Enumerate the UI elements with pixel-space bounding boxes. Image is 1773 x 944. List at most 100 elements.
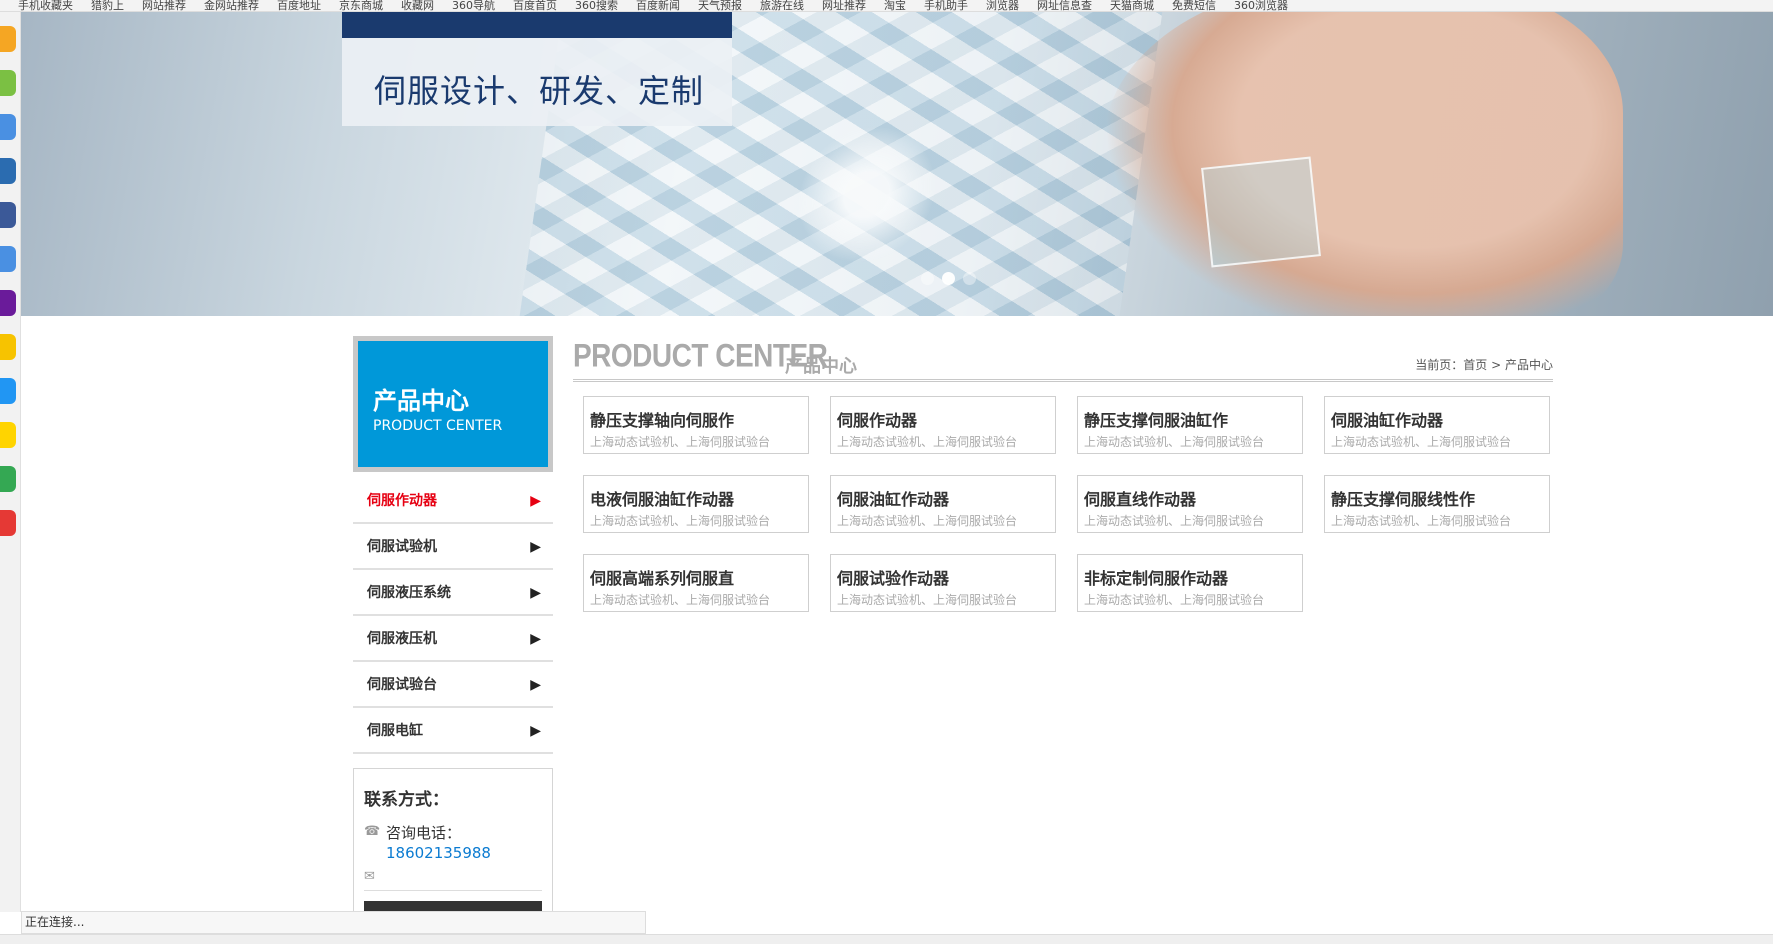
product-card[interactable]: 伺服油缸作动器上海动态试验机、上海伺服试验台	[830, 475, 1056, 533]
glass-cube-image	[1201, 156, 1321, 268]
product-description: 上海动态试验机、上海伺服试验台	[837, 435, 1018, 449]
app-shortcut-icon[interactable]	[0, 114, 16, 140]
bookmark-item[interactable]: 360导航	[452, 0, 495, 11]
product-name[interactable]: 伺服作动器	[837, 407, 1051, 431]
bookmark-item[interactable]: 网址推荐	[822, 0, 866, 11]
bookmark-item[interactable]: 网址信息查	[1037, 0, 1092, 11]
app-shortcut-icon[interactable]	[0, 26, 16, 52]
bookmark-item[interactable]: 旅游在线	[760, 0, 804, 11]
sidebar-item[interactable]: 伺服试验机 ▶	[353, 524, 553, 570]
product-description: 上海动态试验机、上海伺服试验台	[1084, 514, 1265, 528]
contact-title: 联系方式：	[364, 790, 449, 810]
product-description: 上海动态试验机、上海伺服试验台	[590, 593, 771, 607]
product-card[interactable]: 静压支撑伺服线性作上海动态试验机、上海伺服试验台	[1324, 475, 1550, 533]
product-name[interactable]: 伺服油缸作动器	[1331, 407, 1545, 431]
bookmark-item[interactable]: 手机收藏夹	[18, 0, 73, 11]
divider	[364, 890, 542, 891]
browser-sidebar	[0, 12, 21, 912]
product-name[interactable]: 伺服高端系列伺服直	[590, 565, 804, 589]
product-name[interactable]: 静压支撑轴向伺服作	[590, 407, 804, 431]
bookmark-item[interactable]: 金网站推荐	[204, 0, 259, 11]
bookmark-item[interactable]: 猎豹上	[91, 0, 124, 11]
app-shortcut-icon[interactable]	[0, 202, 16, 228]
arrow-right-icon: ▶	[530, 493, 541, 509]
product-name[interactable]: 伺服试验作动器	[837, 565, 1051, 589]
sidebar-title: 产品中心	[373, 387, 469, 415]
slider-dot[interactable]	[963, 272, 976, 285]
product-card[interactable]: 伺服作动器上海动态试验机、上海伺服试验台	[830, 396, 1056, 454]
product-name[interactable]: 伺服直线作动器	[1084, 486, 1298, 510]
arrow-right-icon: ▶	[530, 677, 541, 693]
product-card[interactable]: 伺服直线作动器上海动态试验机、上海伺服试验台	[1077, 475, 1303, 533]
product-description: 上海动态试验机、上海伺服试验台	[590, 514, 771, 528]
content-title-bar: PRODUCT CENTER 产品中心 当前页：首页 > 产品中心	[573, 338, 1553, 382]
sidebar-item-label: 伺服液压机	[367, 631, 437, 647]
bookmark-item[interactable]: 百度地址	[277, 0, 321, 11]
browser-status-text: 正在连接...	[21, 911, 646, 934]
banner-tagline: 伺服设计、研发、定制	[374, 72, 705, 110]
app-shortcut-icon[interactable]	[0, 70, 16, 96]
bookmark-item[interactable]: 360搜索	[575, 0, 618, 11]
bookmarks-bar: 手机收藏夹 猎豹上 网站推荐 金网站推荐 百度地址 京东商城 收藏网 360导航 百度首页 360…	[0, 0, 1773, 12]
sidebar-subtitle: PRODUCT CENTER	[373, 418, 503, 434]
breadcrumb-separator: >	[1491, 358, 1502, 372]
product-description: 上海动态试验机、上海伺服试验台	[1084, 435, 1265, 449]
bookmark-item[interactable]: 淘宝	[884, 0, 906, 11]
sidebar-item[interactable]: 伺服试验台 ▶	[353, 662, 553, 708]
slider-dot[interactable]	[942, 272, 955, 285]
product-name[interactable]: 静压支撑伺服线性作	[1331, 486, 1545, 510]
sidebar-item[interactable]: 伺服液压机 ▶	[353, 616, 553, 662]
breadcrumb-current[interactable]: 产品中心	[1505, 358, 1553, 372]
slider-dot[interactable]	[921, 272, 934, 285]
arrow-right-icon: ▶	[530, 539, 541, 555]
product-card[interactable]: 静压支撑伺服油缸作上海动态试验机、上海伺服试验台	[1077, 396, 1303, 454]
sidebar-menu: 伺服作动器 ▶ 伺服试验机 ▶ 伺服液压系统 ▶ 伺服液压机 ▶ 伺服试验台 ▶ 伺服电缸 ▶	[353, 478, 553, 754]
product-card[interactable]: 非标定制伺服作动器 上海动态试验机、上海伺服试验台	[1077, 554, 1303, 612]
product-description: 上海动态试验机、上海伺服试验台	[1331, 514, 1512, 528]
product-card[interactable]: 静压支撑轴向伺服作 上海动态试验机、上海伺服试验台	[583, 396, 809, 454]
banner-caption: 伺服设计、研发、定制	[342, 12, 732, 126]
sidebar-header: 产品中心 PRODUCT CENTER	[353, 336, 553, 472]
product-description: 上海动态试验机、上海伺服试验台	[837, 514, 1018, 528]
sidebar-item-label: 伺服液压系统	[367, 585, 451, 601]
sidebar-item[interactable]: 伺服液压系统 ▶	[353, 570, 553, 616]
bookmark-item[interactable]: 百度新闻	[636, 0, 680, 11]
app-shortcut-icon[interactable]	[0, 422, 16, 448]
app-shortcut-icon[interactable]	[0, 510, 16, 536]
product-description: 上海动态试验机、上海伺服试验台	[1331, 435, 1512, 449]
bookmark-item[interactable]: 天气预报	[698, 0, 742, 11]
product-name[interactable]: 伺服油缸作动器	[837, 486, 1051, 510]
app-shortcut-icon[interactable]	[0, 246, 16, 272]
product-card[interactable]: 伺服高端系列伺服直上海动态试验机、上海伺服试验台	[583, 554, 809, 612]
bookmark-item[interactable]: 浏览器	[986, 0, 1019, 11]
arrow-right-icon: ▶	[530, 631, 541, 647]
product-name[interactable]: 静压支撑伺服油缸作	[1084, 407, 1298, 431]
product-name[interactable]: 电液伺服油缸作动器	[590, 486, 804, 510]
product-card[interactable]: 伺服油缸作动器上海动态试验机、上海伺服试验台	[1324, 396, 1550, 454]
bookmark-item[interactable]: 免费短信	[1172, 0, 1216, 11]
product-name[interactable]: 非标定制伺服作动器	[1084, 565, 1298, 589]
bookmark-item[interactable]: 天猫商城	[1110, 0, 1154, 11]
bookmark-item[interactable]: 收藏网	[401, 0, 434, 11]
hand-image	[1103, 12, 1623, 316]
arrow-right-icon: ▶	[530, 723, 541, 739]
app-shortcut-icon[interactable]	[0, 158, 16, 184]
hero-banner: 伺服设计、研发、定制	[21, 12, 1773, 316]
sidebar-item[interactable]: 伺服作动器 ▶	[353, 478, 553, 524]
sidebar-item[interactable]: 伺服电缸 ▶	[353, 708, 553, 754]
product-card[interactable]: 伺服试验作动器 上海动态试验机、上海伺服试验台	[830, 554, 1056, 612]
bookmark-item[interactable]: 360浏览器	[1234, 0, 1288, 11]
browser-bottom-bar	[0, 934, 1773, 944]
phone-number[interactable]: 18602135988	[386, 844, 491, 862]
app-shortcut-icon[interactable]	[0, 378, 16, 404]
bookmark-item[interactable]: 网站推荐	[142, 0, 186, 11]
product-card[interactable]: 电液伺服油缸作动器上海动态试验机、上海伺服试验台	[583, 475, 809, 533]
contact-box: 联系方式： ☎ 咨询电话： 18602135988 ✉	[353, 768, 553, 921]
breadcrumb-home-link[interactable]: 首页	[1463, 358, 1487, 372]
bookmark-item[interactable]: 手机助手	[924, 0, 968, 11]
bookmark-item[interactable]: 百度首页	[513, 0, 557, 11]
app-shortcut-icon[interactable]	[0, 466, 16, 492]
app-shortcut-icon[interactable]	[0, 290, 16, 316]
bookmark-item[interactable]: 京东商城	[339, 0, 383, 11]
app-shortcut-icon[interactable]	[0, 334, 16, 360]
